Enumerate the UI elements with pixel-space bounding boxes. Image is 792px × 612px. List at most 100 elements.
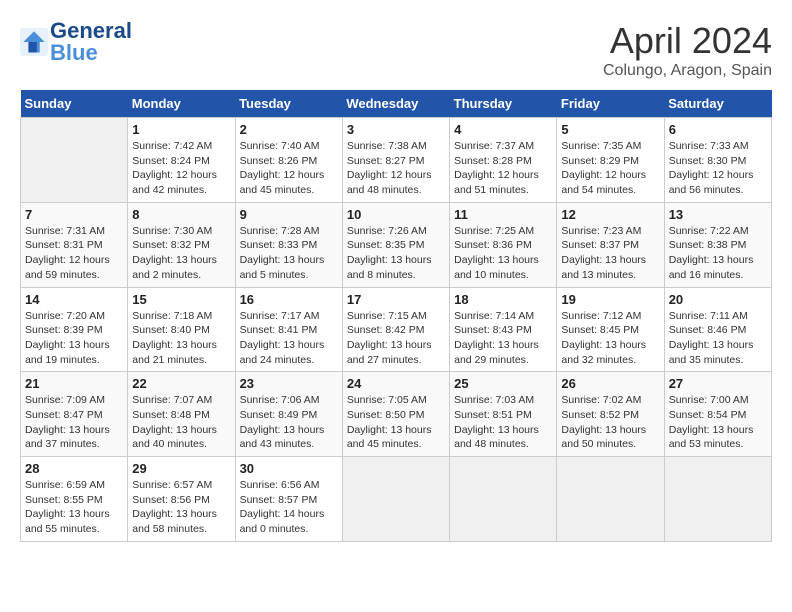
day-info: Sunrise: 7:05 AMSunset: 8:50 PMDaylight:…: [347, 393, 445, 452]
day-number: 27: [669, 376, 767, 391]
day-cell: 25 Sunrise: 7:03 AMSunset: 8:51 PMDayligh…: [450, 372, 557, 457]
day-info: Sunrise: 7:23 AMSunset: 8:37 PMDaylight:…: [561, 224, 659, 283]
day-number: 8: [132, 207, 230, 222]
week-row-1: 1 Sunrise: 7:42 AMSunset: 8:24 PMDaylight…: [21, 118, 772, 203]
day-info: Sunrise: 7:15 AMSunset: 8:42 PMDaylight:…: [347, 309, 445, 368]
day-cell: 7 Sunrise: 7:31 AMSunset: 8:31 PMDaylight…: [21, 202, 128, 287]
day-info: Sunrise: 7:40 AMSunset: 8:26 PMDaylight:…: [240, 139, 338, 198]
logo-icon: [20, 28, 48, 56]
day-info: Sunrise: 6:56 AMSunset: 8:57 PMDaylight:…: [240, 478, 338, 537]
day-cell: 13 Sunrise: 7:22 AMSunset: 8:38 PMDayligh…: [664, 202, 771, 287]
day-info: Sunrise: 7:06 AMSunset: 8:49 PMDaylight:…: [240, 393, 338, 452]
day-cell: 27 Sunrise: 7:00 AMSunset: 8:54 PMDayligh…: [664, 372, 771, 457]
day-cell: 11 Sunrise: 7:25 AMSunset: 8:36 PMDayligh…: [450, 202, 557, 287]
logo-text-general: General: [50, 20, 132, 42]
day-number: 25: [454, 376, 552, 391]
day-cell: 29 Sunrise: 6:57 AMSunset: 8:56 PMDayligh…: [128, 457, 235, 542]
header-saturday: Saturday: [664, 90, 771, 118]
day-info: Sunrise: 7:35 AMSunset: 8:29 PMDaylight:…: [561, 139, 659, 198]
day-number: 19: [561, 292, 659, 307]
day-cell: 6 Sunrise: 7:33 AMSunset: 8:30 PMDaylight…: [664, 118, 771, 203]
day-cell: [342, 457, 449, 542]
day-cell: 28Sunrise: 6:59 AMSunset: 8:55 PMDayligh…: [21, 457, 128, 542]
day-info: Sunrise: 6:57 AMSunset: 8:56 PMDaylight:…: [132, 478, 230, 537]
day-info: Sunrise: 7:03 AMSunset: 8:51 PMDaylight:…: [454, 393, 552, 452]
day-number: 15: [132, 292, 230, 307]
day-number: 12: [561, 207, 659, 222]
day-number: 23: [240, 376, 338, 391]
day-number: 11: [454, 207, 552, 222]
day-info: Sunrise: 7:30 AMSunset: 8:32 PMDaylight:…: [132, 224, 230, 283]
day-info: Sunrise: 7:00 AMSunset: 8:54 PMDaylight:…: [669, 393, 767, 452]
day-info: Sunrise: 7:42 AMSunset: 8:24 PMDaylight:…: [132, 139, 230, 198]
header-tuesday: Tuesday: [235, 90, 342, 118]
day-cell: 12 Sunrise: 7:23 AMSunset: 8:37 PMDayligh…: [557, 202, 664, 287]
day-info: Sunrise: 7:07 AMSunset: 8:48 PMDaylight:…: [132, 393, 230, 452]
week-row-4: 21 Sunrise: 7:09 AMSunset: 8:47 PMDayligh…: [21, 372, 772, 457]
day-info: Sunrise: 7:37 AMSunset: 8:28 PMDaylight:…: [454, 139, 552, 198]
day-number: 3: [347, 122, 445, 137]
day-cell: 4Sunrise: 7:37 AMSunset: 8:28 PMDaylight…: [450, 118, 557, 203]
day-number: 16: [240, 292, 338, 307]
day-cell: 10 Sunrise: 7:26 AMSunset: 8:35 PMDayligh…: [342, 202, 449, 287]
day-info: Sunrise: 7:09 AMSunset: 8:47 PMDaylight:…: [25, 393, 123, 452]
day-cell: [21, 118, 128, 203]
day-cell: 21 Sunrise: 7:09 AMSunset: 8:47 PMDayligh…: [21, 372, 128, 457]
day-cell: 16 Sunrise: 7:17 AMSunset: 8:41 PMDayligh…: [235, 287, 342, 372]
day-number: 24: [347, 376, 445, 391]
day-cell: [557, 457, 664, 542]
day-number: 26: [561, 376, 659, 391]
day-number: 22: [132, 376, 230, 391]
day-info: Sunrise: 7:12 AMSunset: 8:45 PMDaylight:…: [561, 309, 659, 368]
day-cell: 19 Sunrise: 7:12 AMSunset: 8:45 PMDayligh…: [557, 287, 664, 372]
day-info: Sunrise: 7:17 AMSunset: 8:41 PMDaylight:…: [240, 309, 338, 368]
day-info: Sunrise: 7:28 AMSunset: 8:33 PMDaylight:…: [240, 224, 338, 283]
header-friday: Friday: [557, 90, 664, 118]
day-number: 10: [347, 207, 445, 222]
page-title: April 2024: [603, 20, 772, 62]
day-info: Sunrise: 7:26 AMSunset: 8:35 PMDaylight:…: [347, 224, 445, 283]
title-block: April 2024 Colungo, Aragon, Spain: [603, 20, 772, 80]
day-cell: 14 Sunrise: 7:20 AMSunset: 8:39 PMDayligh…: [21, 287, 128, 372]
logo: General Blue: [20, 20, 132, 64]
calendar-table: SundayMondayTuesdayWednesdayThursdayFrid…: [20, 90, 772, 542]
day-cell: 3Sunrise: 7:38 AMSunset: 8:27 PMDaylight…: [342, 118, 449, 203]
day-cell: 30 Sunrise: 6:56 AMSunset: 8:57 PMDayligh…: [235, 457, 342, 542]
page-header: General Blue April 2024 Colungo, Aragon,…: [20, 20, 772, 80]
day-info: Sunrise: 7:11 AMSunset: 8:46 PMDaylight:…: [669, 309, 767, 368]
header-thursday: Thursday: [450, 90, 557, 118]
day-info: Sunrise: 7:18 AMSunset: 8:40 PMDaylight:…: [132, 309, 230, 368]
day-cell: 1 Sunrise: 7:42 AMSunset: 8:24 PMDaylight…: [128, 118, 235, 203]
day-cell: 15 Sunrise: 7:18 AMSunset: 8:40 PMDayligh…: [128, 287, 235, 372]
day-number: 1: [132, 122, 230, 137]
day-info: Sunrise: 7:22 AMSunset: 8:38 PMDaylight:…: [669, 224, 767, 283]
day-cell: 22 Sunrise: 7:07 AMSunset: 8:48 PMDayligh…: [128, 372, 235, 457]
day-cell: 20Sunrise: 7:11 AMSunset: 8:46 PMDayligh…: [664, 287, 771, 372]
day-number: 2: [240, 122, 338, 137]
day-cell: 26Sunrise: 7:02 AMSunset: 8:52 PMDayligh…: [557, 372, 664, 457]
logo-text-blue: Blue: [50, 42, 132, 64]
day-number: 7: [25, 207, 123, 222]
day-cell: 9Sunrise: 7:28 AMSunset: 8:33 PMDaylight…: [235, 202, 342, 287]
day-info: Sunrise: 6:59 AMSunset: 8:55 PMDaylight:…: [25, 478, 123, 537]
day-info: Sunrise: 7:14 AMSunset: 8:43 PMDaylight:…: [454, 309, 552, 368]
day-cell: 18Sunrise: 7:14 AMSunset: 8:43 PMDayligh…: [450, 287, 557, 372]
day-cell: 23 Sunrise: 7:06 AMSunset: 8:49 PMDayligh…: [235, 372, 342, 457]
day-info: Sunrise: 7:33 AMSunset: 8:30 PMDaylight:…: [669, 139, 767, 198]
day-cell: 8 Sunrise: 7:30 AMSunset: 8:32 PMDaylight…: [128, 202, 235, 287]
day-info: Sunrise: 7:31 AMSunset: 8:31 PMDaylight:…: [25, 224, 123, 283]
week-row-5: 28Sunrise: 6:59 AMSunset: 8:55 PMDayligh…: [21, 457, 772, 542]
day-number: 30: [240, 461, 338, 476]
day-number: 6: [669, 122, 767, 137]
day-cell: 24 Sunrise: 7:05 AMSunset: 8:50 PMDayligh…: [342, 372, 449, 457]
day-info: Sunrise: 7:20 AMSunset: 8:39 PMDaylight:…: [25, 309, 123, 368]
day-number: 17: [347, 292, 445, 307]
day-number: 29: [132, 461, 230, 476]
day-cell: 17 Sunrise: 7:15 AMSunset: 8:42 PMDayligh…: [342, 287, 449, 372]
day-number: 13: [669, 207, 767, 222]
header-wednesday: Wednesday: [342, 90, 449, 118]
day-number: 21: [25, 376, 123, 391]
day-number: 14: [25, 292, 123, 307]
day-info: Sunrise: 7:25 AMSunset: 8:36 PMDaylight:…: [454, 224, 552, 283]
week-row-3: 14 Sunrise: 7:20 AMSunset: 8:39 PMDayligh…: [21, 287, 772, 372]
